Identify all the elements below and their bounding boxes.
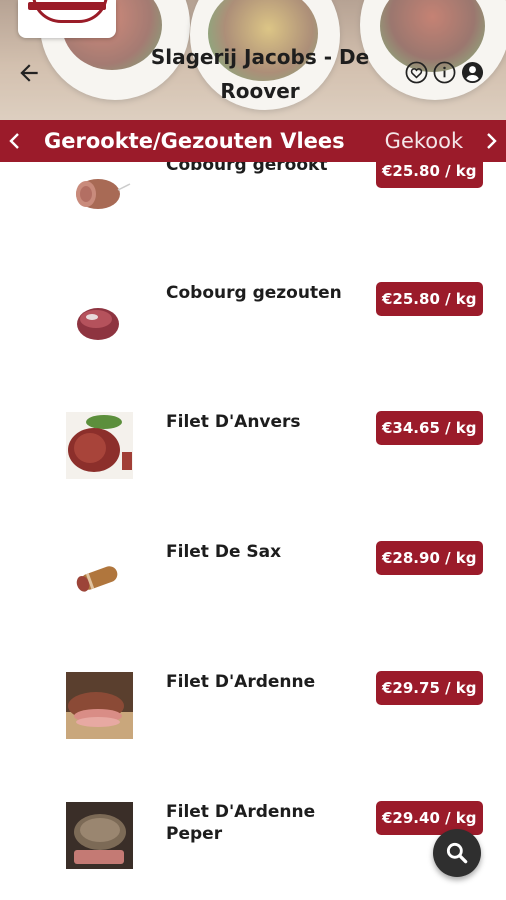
favorites-button[interactable]: [405, 61, 428, 84]
category-next-button[interactable]: [476, 120, 506, 162]
category-tabs: Gerookte/Gezouten Vlees Gekook: [44, 120, 503, 162]
list-item[interactable]: Cobourg gerookt €25.80 / kg: [0, 162, 506, 269]
price-badge: €25.80 / kg: [376, 162, 483, 188]
product-name: Filet D'Anvers: [166, 412, 301, 432]
list-item[interactable]: Filet D'Ardenne Peper €29.40 / kg: [0, 788, 506, 900]
pepper-ham-photo: [66, 802, 133, 869]
list-item[interactable]: Filet De Sax €28.90 / kg: [0, 528, 506, 659]
search-button[interactable]: [433, 829, 481, 877]
sausage-roll: [76, 566, 118, 592]
product-name: Filet De Sax: [166, 542, 282, 562]
category-bar: Gerookte/Gezouten Vlees Gekook: [0, 120, 506, 162]
account-button[interactable]: [461, 61, 484, 84]
list-item[interactable]: Cobourg gezouten €25.80 / kg: [0, 268, 506, 399]
heart-icon: [405, 61, 428, 84]
page-title: Slagerij Jacobs - De Roover: [150, 45, 370, 103]
filet-danvers-photo: [66, 412, 133, 479]
tab-gekookt[interactable]: Gekook: [385, 129, 463, 153]
list-item[interactable]: Filet D'Anvers €34.65 / kg: [0, 398, 506, 529]
price-badge: €29.40 / kg: [376, 801, 483, 835]
price-badge: €25.80 / kg: [376, 282, 483, 316]
info-button[interactable]: [433, 61, 456, 84]
category-prev-button[interactable]: [0, 120, 30, 162]
product-name: Cobourg gezouten: [166, 283, 342, 303]
product-name: Filet D'Ardenne: [166, 672, 316, 692]
header-actions: [405, 61, 484, 84]
back-arrow-icon: [20, 64, 38, 82]
info-icon: [433, 61, 456, 84]
product-list: Cobourg gerookt €25.80 / kg Cobourg gezo…: [0, 162, 506, 900]
tab-gerookte-gezouten-vlees[interactable]: Gerookte/Gezouten Vlees: [44, 129, 345, 153]
search-icon: [446, 842, 468, 864]
header: Slagerij Jacobs - De Roover: [0, 0, 506, 120]
account-icon: [461, 61, 484, 84]
shop-logo: [18, 0, 116, 38]
smoked-ham-piece: [76, 179, 131, 209]
chevron-right-icon: [487, 133, 497, 149]
chevron-left-icon: [9, 133, 19, 149]
ardenne-ham-slices-photo: [66, 672, 133, 739]
list-item[interactable]: Filet D'Ardenne €29.75 / kg: [0, 658, 506, 789]
price-badge: €28.90 / kg: [376, 541, 483, 575]
product-name: Filet D'Ardenne Peper: [166, 802, 316, 844]
back-button[interactable]: [14, 58, 44, 88]
price-badge: €29.75 / kg: [376, 671, 483, 705]
salted-ham-piece: [77, 308, 119, 340]
price-badge: €34.65 / kg: [376, 411, 483, 445]
product-name: Cobourg gerookt: [166, 162, 328, 175]
